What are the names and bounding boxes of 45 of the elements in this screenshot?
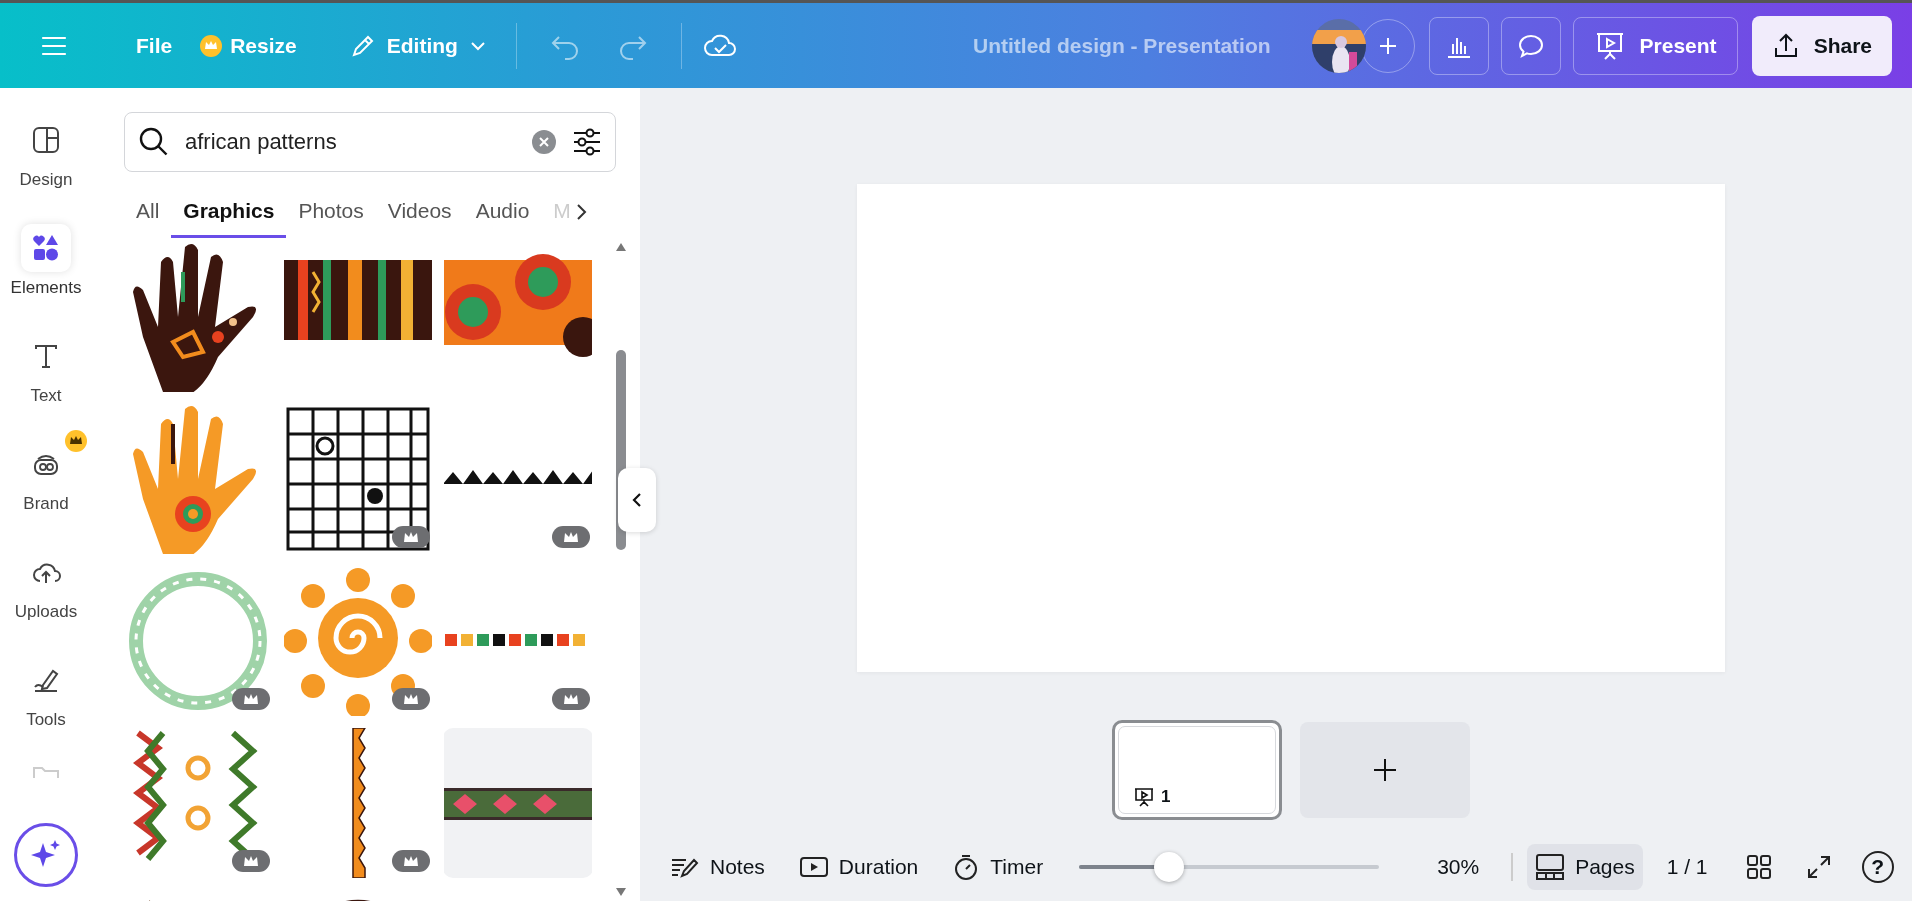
crown-icon — [242, 854, 260, 868]
chevron-left-icon — [631, 492, 643, 508]
slider-thumb[interactable] — [1154, 852, 1185, 882]
page-count: 1 / 1 — [1666, 855, 1708, 879]
clear-icon[interactable] — [532, 130, 556, 154]
play-icon — [798, 854, 829, 880]
magic-button[interactable] — [14, 823, 78, 887]
crown-icon — [402, 692, 420, 706]
notes-button[interactable]: Notes — [662, 844, 773, 890]
duration-button[interactable]: Duration — [790, 844, 927, 890]
grid-view-icon — [1745, 854, 1772, 880]
filter-icon[interactable] — [572, 127, 602, 157]
layout-icon — [31, 125, 61, 155]
scroll-down-icon[interactable] — [615, 887, 627, 897]
search-field[interactable]: african patterns — [124, 112, 616, 172]
page-number: 1 — [1161, 787, 1171, 807]
tab[interactable]: Photos — [286, 186, 376, 238]
comment-button[interactable] — [1500, 16, 1561, 75]
plus-icon — [1371, 756, 1399, 784]
present-button[interactable]: Present — [1572, 16, 1738, 75]
crown-icon — [402, 854, 420, 868]
tab[interactable]: Videos — [375, 186, 464, 238]
tab[interactable]: Audio — [463, 186, 542, 238]
crown-icon — [562, 692, 580, 706]
crown-icon — [562, 530, 580, 544]
pages-icon — [1535, 853, 1566, 881]
scroll-up-icon[interactable] — [615, 242, 627, 252]
fullscreen-icon — [1805, 854, 1832, 880]
chevron-right-icon[interactable] — [574, 202, 589, 222]
insights-button[interactable] — [1428, 16, 1489, 75]
share-button[interactable]: Share — [1751, 15, 1892, 76]
presentation-icon — [1133, 787, 1155, 807]
help-button[interactable]: ? — [1861, 851, 1894, 883]
crown-icon — [242, 692, 260, 706]
search-icon — [138, 126, 170, 158]
crown-icon — [200, 34, 223, 57]
zoom-percentage[interactable]: 30% — [1437, 855, 1488, 879]
timer-button[interactable]: Timer — [944, 844, 1052, 890]
collapse-panel-button[interactable] — [618, 468, 656, 532]
tab[interactable]: Graphics — [171, 186, 287, 238]
shapes-icon — [31, 233, 61, 263]
page-thumbnail[interactable]: 1 — [1112, 720, 1282, 820]
pages-button[interactable]: Pages — [1527, 844, 1643, 890]
tab[interactable]: All — [124, 186, 172, 238]
crown-icon — [402, 530, 420, 544]
